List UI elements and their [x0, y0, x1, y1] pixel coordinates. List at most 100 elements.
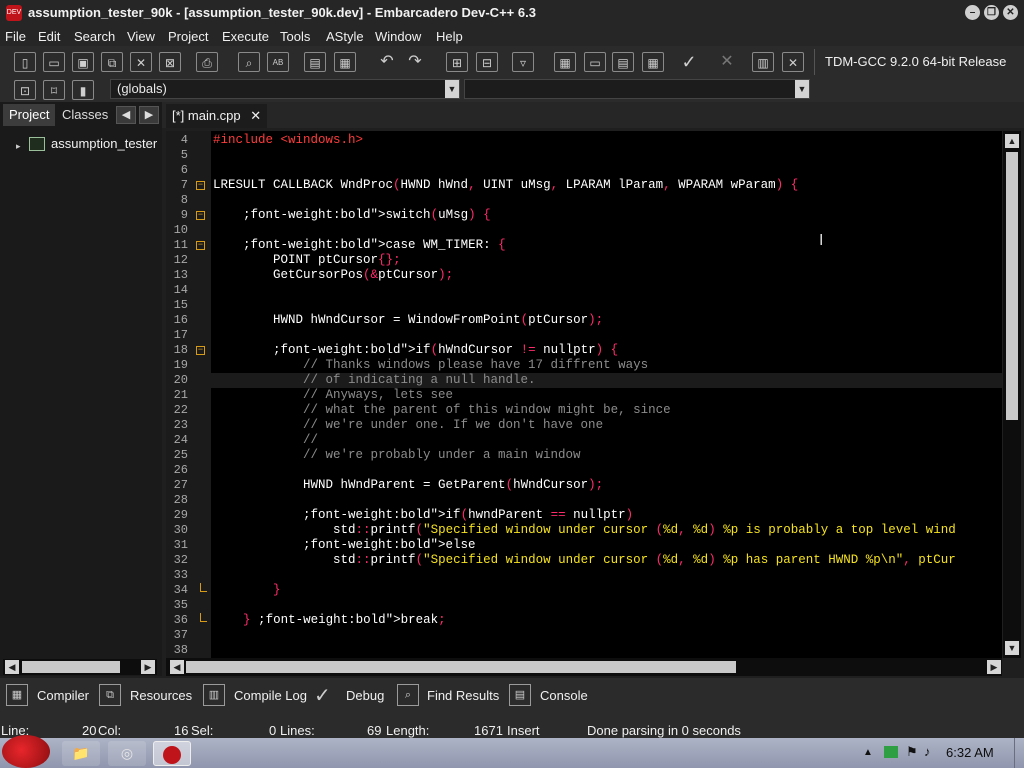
menu-help[interactable]: Help [436, 29, 463, 44]
code-line[interactable]: 22 // what the parent of this window mig… [166, 403, 1002, 418]
hscroll-thumb[interactable] [186, 661, 736, 673]
code-line[interactable]: 9− ;font-weight:bold">switch(uMsg) { [166, 208, 1002, 223]
code-line[interactable]: 33 [166, 568, 1002, 583]
menu-astyle[interactable]: AStyle [326, 29, 364, 44]
properties-icon[interactable]: ⊟ [476, 52, 498, 72]
goto-icon[interactable]: ▤ [304, 52, 326, 72]
code-line[interactable]: 28 [166, 493, 1002, 508]
bookmark-icon[interactable]: ⌑ [43, 80, 65, 100]
print-icon[interactable]: ⎙ [196, 52, 218, 72]
show-desktop-button[interactable] [1014, 738, 1024, 768]
code-line[interactable]: 14 [166, 283, 1002, 298]
file-explorer-icon[interactable]: 📁 [62, 741, 100, 766]
fold-toggle-icon[interactable]: − [196, 241, 205, 250]
scroll-left-icon[interactable]: ◀ [170, 660, 184, 674]
scroll-up-icon[interactable]: ▲ [1005, 134, 1019, 148]
code-line[interactable]: 15 [166, 298, 1002, 313]
menu-search[interactable]: Search [74, 29, 115, 44]
tab-debug[interactable]: Debug [346, 688, 384, 703]
menu-file[interactable]: File [5, 29, 26, 44]
toggle-icon[interactable]: ▦ [334, 52, 356, 72]
open-icon[interactable]: ▭ [43, 52, 65, 72]
scope-combo[interactable]: (globals) ▼ [110, 79, 460, 99]
rebuild-icon[interactable]: ▦ [642, 52, 664, 72]
start-button-icon[interactable] [2, 735, 50, 768]
scroll-right-icon[interactable]: ▶ [141, 660, 155, 674]
fold-toggle-icon[interactable]: − [196, 346, 205, 355]
replace-icon[interactable]: AB [267, 52, 289, 72]
menu-tools[interactable]: Tools [280, 29, 310, 44]
chevron-right-icon[interactable]: ▶ [139, 106, 159, 124]
insert-icon[interactable]: ⊡ [14, 80, 36, 100]
chrome-icon[interactable]: ◎ [108, 741, 146, 766]
compile-icon[interactable]: ▦ [554, 52, 576, 72]
tab-main-cpp[interactable]: [*] main.cpp ✕ [166, 104, 268, 128]
menu-project[interactable]: Project [168, 29, 208, 44]
new-class-icon[interactable]: ⊞ [446, 52, 468, 72]
restore-icon[interactable]: ❐ [984, 5, 999, 20]
save-icon[interactable]: ▣ [72, 52, 94, 72]
check-icon[interactable]: ✓ [678, 52, 700, 72]
tree-expand-icon[interactable]: ▸ [16, 141, 21, 152]
network-icon[interactable]: ⚑ [906, 744, 918, 760]
chart-icon[interactable]: ▥ [752, 52, 774, 72]
tab-resources[interactable]: Resources [130, 688, 192, 703]
console-icon[interactable]: ▤ [509, 684, 531, 706]
code-line[interactable]: 4 #include <windows.h> [166, 133, 1002, 148]
code-line[interactable]: 10 [166, 223, 1002, 238]
code-line[interactable]: 18− ;font-weight:bold">if(hWndCursor != … [166, 343, 1002, 358]
menu-edit[interactable]: Edit [38, 29, 60, 44]
code-line[interactable]: 7− LRESULT CALLBACK WndProc(HWND hWnd, UI… [166, 178, 1002, 193]
code-line[interactable]: 31 ;font-weight:bold">else [166, 538, 1002, 553]
scroll-left-icon[interactable]: ◀ [5, 660, 19, 674]
compile-run-icon[interactable]: ▤ [612, 52, 634, 72]
abort-icon[interactable]: ✕ [716, 52, 738, 72]
close-tab-icon[interactable]: ✕ [250, 108, 261, 123]
code-line[interactable]: 13 GetCursorPos(&ptCursor); [166, 268, 1002, 283]
tab-console[interactable]: Console [540, 688, 588, 703]
battery-icon[interactable] [884, 746, 898, 758]
chevron-down-icon[interactable]: ▼ [795, 80, 809, 98]
save-all-icon[interactable]: ⧉ [101, 52, 123, 72]
find-icon[interactable]: ⌕ [397, 684, 419, 706]
menu-view[interactable]: View [127, 29, 155, 44]
code-line[interactable]: 11− ;font-weight:bold">case WM_TIMER: { [166, 238, 1002, 253]
code-line[interactable]: 20 // of indicating a null handle. [166, 373, 1002, 388]
close-all-icon[interactable]: ⊠ [159, 52, 181, 72]
devcpp-taskbar-icon[interactable] [153, 741, 191, 766]
menu-window[interactable]: Window [375, 29, 421, 44]
fold-toggle-icon[interactable]: − [196, 181, 205, 190]
taskbar-clock[interactable]: 6:32 AM [946, 745, 994, 760]
compiler-selector[interactable]: TDM-GCC 9.2.0 64-bit Release [825, 54, 1006, 69]
scroll-right-icon[interactable]: ▶ [987, 660, 1001, 674]
comment-icon[interactable]: ▿ [512, 52, 534, 72]
code-line[interactable]: 8 [166, 193, 1002, 208]
code-line[interactable]: 34 } [166, 583, 1002, 598]
code-line[interactable]: 36 } ;font-weight:bold">break; [166, 613, 1002, 628]
code-line[interactable]: 35 [166, 598, 1002, 613]
minimize-icon[interactable]: – [965, 5, 980, 20]
undo-icon[interactable]: ↶ [376, 52, 398, 72]
code-line[interactable]: 26 [166, 463, 1002, 478]
code-lines[interactable]: 4 #include <windows.h> 5 6 7− LRESULT CALLBAC… [166, 133, 1002, 658]
code-line[interactable]: 21 // Anyways, lets see [166, 388, 1002, 403]
tab-classes[interactable]: Classes [56, 104, 114, 126]
code-line[interactable]: 32 std::printf("Specified window under c… [166, 553, 1002, 568]
code-line[interactable]: 37 [166, 628, 1002, 643]
volume-icon[interactable]: ♪ [924, 744, 931, 759]
grid-icon[interactable]: ▦ [6, 684, 28, 706]
resources-icon[interactable]: ⧉ [99, 684, 121, 706]
function-combo[interactable]: ▼ [464, 79, 810, 99]
code-line[interactable]: 12 POINT ptCursor{}; [166, 253, 1002, 268]
close-icon[interactable]: ✕ [1003, 5, 1018, 20]
check-icon[interactable]: ✓ [314, 683, 331, 708]
close-file-icon[interactable]: ✕ [130, 52, 152, 72]
menu-execute[interactable]: Execute [222, 29, 269, 44]
vscroll-thumb[interactable] [1006, 152, 1018, 420]
code-line[interactable]: 19 // Thanks windows please have 17 diff… [166, 358, 1002, 373]
project-tree-item[interactable]: assumption_tester [51, 136, 157, 151]
scroll-down-icon[interactable]: ▼ [1005, 641, 1019, 655]
goto-bookmark-icon[interactable]: ▮ [72, 80, 94, 100]
code-line[interactable]: 5 [166, 148, 1002, 163]
code-line[interactable]: 30 std::printf("Specified window under c… [166, 523, 1002, 538]
